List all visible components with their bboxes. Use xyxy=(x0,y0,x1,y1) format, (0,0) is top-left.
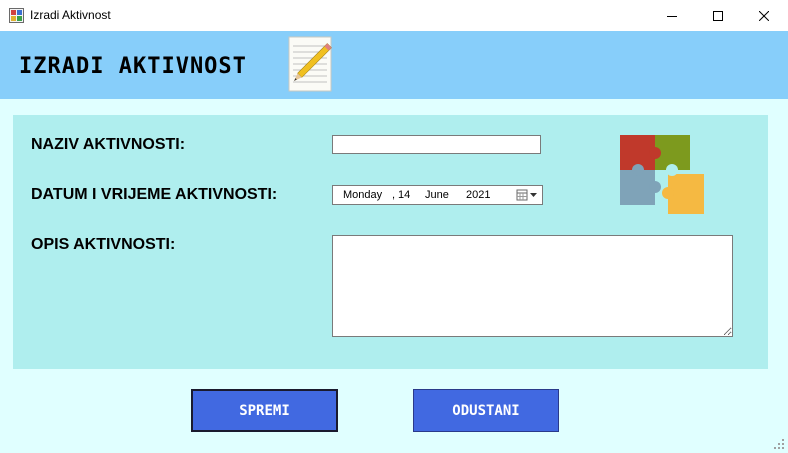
naziv-label: NAZIV AKTIVNOSTI: xyxy=(31,136,186,153)
cancel-button[interactable]: ODUSTANI xyxy=(413,389,559,432)
close-icon xyxy=(759,10,769,21)
window-title: Izradi Aktivnost xyxy=(30,8,111,22)
opis-textarea[interactable] xyxy=(332,235,733,337)
calendar-dropdown-icon[interactable] xyxy=(515,187,541,203)
date-month[interactable]: June xyxy=(425,189,449,201)
resize-grip-icon[interactable] xyxy=(772,437,786,451)
date-day-name[interactable]: Monday xyxy=(343,189,382,201)
maximize-button[interactable] xyxy=(695,0,741,31)
datum-label: DATUM I VRIJEME AKTIVNOSTI: xyxy=(31,186,278,203)
close-button[interactable] xyxy=(741,0,787,31)
date-time-picker[interactable]: Monday , 14 June 2021 xyxy=(332,185,543,205)
minimize-button[interactable] xyxy=(649,0,695,31)
page-title: IZRADI AKTIVNOST xyxy=(19,54,247,79)
naziv-input[interactable] xyxy=(332,135,541,154)
date-separator: , xyxy=(392,189,396,201)
maximize-icon xyxy=(713,10,723,21)
notepad-pencil-icon xyxy=(288,36,332,92)
puzzle-icon xyxy=(620,135,704,214)
date-year[interactable]: 2021 xyxy=(466,189,490,201)
save-button[interactable]: SPREMI xyxy=(191,389,338,432)
opis-label: OPIS AKTIVNOSTI: xyxy=(31,236,176,253)
minimize-icon xyxy=(667,15,677,17)
title-bar[interactable]: Izradi Aktivnost xyxy=(0,0,788,31)
date-day[interactable]: 14 xyxy=(398,189,410,201)
app-icon xyxy=(9,8,24,23)
